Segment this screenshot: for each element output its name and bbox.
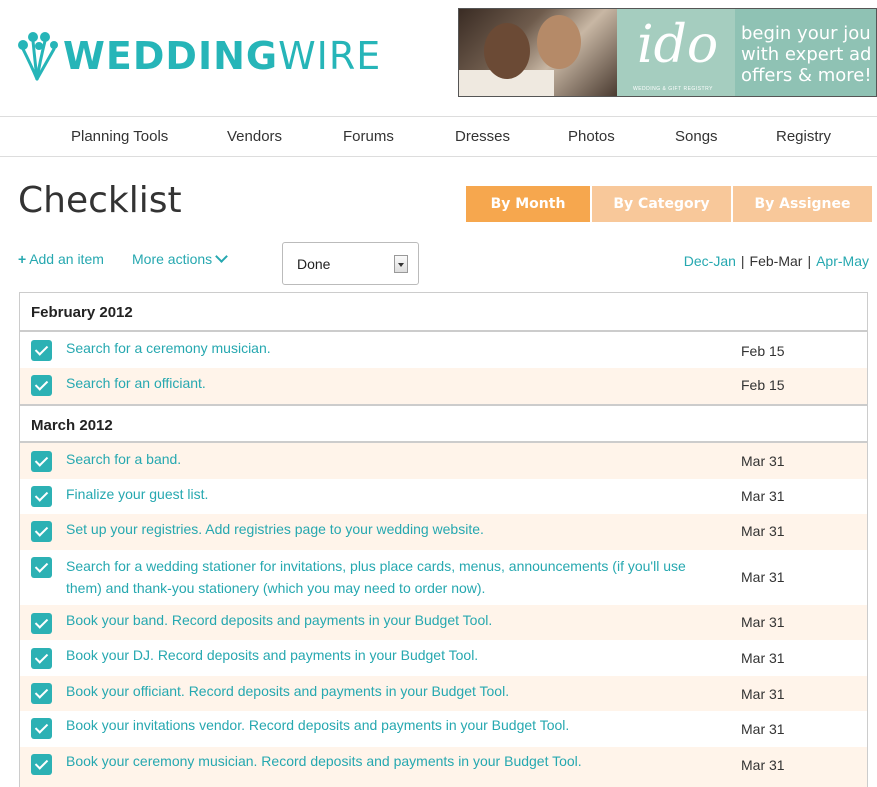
tab-by-month[interactable]: By Month <box>466 186 590 222</box>
ad-line-3: offers & more! <box>741 65 872 86</box>
task-row: Search for a ceremony musician. Feb 15 <box>20 332 867 368</box>
task-link[interactable]: Search for a band. <box>66 448 706 470</box>
task-link[interactable]: Search for a wedding stationer for invit… <box>66 555 706 599</box>
task-link[interactable]: Set up your registries. Add registries p… <box>66 518 706 540</box>
nav-songs[interactable]: Songs <box>675 128 718 145</box>
more-actions-label: More actions <box>132 251 213 267</box>
add-item-link[interactable]: + Add an item <box>18 251 104 267</box>
checkbox-checked[interactable] <box>31 718 52 739</box>
task-row: Book your band. Record deposits and paym… <box>20 605 867 640</box>
task-due-date: Mar 31 <box>741 757 785 773</box>
nav-vendors[interactable]: Vendors <box>227 128 282 145</box>
ad-copy: begin your jou with expert ad offers & m… <box>735 9 876 96</box>
range-current: Feb-Mar <box>749 253 803 269</box>
nav-photos[interactable]: Photos <box>568 128 615 145</box>
checkbox-checked[interactable] <box>31 451 52 472</box>
ido-logo-subtitle: WEDDING & GIFT REGISTRY <box>633 86 713 92</box>
checkbox-checked[interactable] <box>31 557 52 578</box>
tab-by-category[interactable]: By Category <box>592 186 731 222</box>
checkbox-checked[interactable] <box>31 683 52 704</box>
status-filter-value: Done <box>297 256 331 272</box>
checkbox-checked[interactable] <box>31 486 52 507</box>
couple-photo <box>459 9 617 96</box>
task-due-date: Mar 31 <box>741 523 785 539</box>
nav-planning-tools[interactable]: Planning Tools <box>71 128 168 145</box>
ido-logo-text: ido <box>637 15 719 75</box>
task-link[interactable]: Book your officiant. Record deposits and… <box>66 680 706 702</box>
task-link[interactable]: Book your invitations vendor. Record dep… <box>66 714 706 736</box>
weddingwire-logo[interactable]: WEDDINGWIRE <box>15 30 381 82</box>
add-item-label: Add an item <box>29 251 104 267</box>
task-due-date: Mar 31 <box>741 686 785 702</box>
range-prev-link[interactable]: Dec-Jan <box>684 253 736 269</box>
task-link[interactable]: Finalize your guest list. <box>66 483 706 505</box>
checkbox-checked[interactable] <box>31 613 52 634</box>
checkbox-checked[interactable] <box>31 340 52 361</box>
task-due-date: Mar 31 <box>741 721 785 737</box>
task-row: Book your ceremony musician. Record depo… <box>20 747 867 787</box>
checkbox-checked[interactable] <box>31 754 52 775</box>
task-row: Search for an officiant. Feb 15 <box>20 368 867 404</box>
task-link[interactable]: Search for a ceremony musician. <box>66 337 706 359</box>
checkbox-checked[interactable] <box>31 648 52 669</box>
ad-line-2: with expert ad <box>741 44 872 65</box>
month-header-feb: February 2012 <box>20 293 867 332</box>
task-link[interactable]: Book your band. Record deposits and paym… <box>66 609 706 631</box>
page-title: Checklist <box>18 180 182 221</box>
ad-line-1: begin your jou <box>741 23 871 44</box>
bouquet-icon <box>18 32 58 81</box>
month-range-nav: Dec-Jan | Feb-Mar | Apr-May <box>683 253 869 269</box>
nav-forums[interactable]: Forums <box>343 128 394 145</box>
task-due-date: Mar 31 <box>741 650 785 666</box>
ido-logo: ido WEDDING & GIFT REGISTRY <box>617 9 735 96</box>
task-row: Search for a band. Mar 31 <box>20 443 867 479</box>
logo-text-light: WIRE <box>278 34 382 78</box>
task-due-date: Mar 31 <box>741 488 785 504</box>
task-row: Search for a wedding stationer for invit… <box>20 550 867 605</box>
task-row: Book your officiant. Record deposits and… <box>20 676 867 711</box>
checklist: February 2012 Search for a ceremony musi… <box>19 292 868 787</box>
task-due-date: Mar 31 <box>741 614 785 630</box>
nav-dresses[interactable]: Dresses <box>455 128 510 145</box>
task-link[interactable]: Book your DJ. Record deposits and paymen… <box>66 644 706 666</box>
task-due-date: Mar 31 <box>741 453 785 469</box>
ido-ad-banner[interactable]: ido WEDDING & GIFT REGISTRY begin your j… <box>458 8 877 97</box>
chevron-down-icon <box>215 250 229 263</box>
task-due-date: Feb 15 <box>741 377 785 393</box>
select-arrow-icon <box>394 255 408 273</box>
main-nav: Planning Tools Vendors Forums Dresses Ph… <box>0 116 877 157</box>
task-row: Finalize your guest list. Mar 31 <box>20 479 867 514</box>
task-link[interactable]: Book your ceremony musician. Record depo… <box>66 750 706 772</box>
month-header-mar: March 2012 <box>20 404 867 443</box>
view-tabs: By Month By Category By Assignee <box>466 186 872 222</box>
task-row: Book your invitations vendor. Record dep… <box>20 711 867 747</box>
task-due-date: Mar 31 <box>741 569 785 585</box>
logo-text-bold: WEDDING <box>63 34 279 78</box>
task-row: Set up your registries. Add registries p… <box>20 514 867 550</box>
task-link[interactable]: Search for an officiant. <box>66 372 706 394</box>
task-due-date: Feb 15 <box>741 343 785 359</box>
checkbox-checked[interactable] <box>31 521 52 542</box>
tab-by-assignee[interactable]: By Assignee <box>733 186 872 222</box>
more-actions-dropdown[interactable]: More actions <box>132 250 229 267</box>
status-filter-select[interactable]: Done <box>282 242 419 285</box>
task-row: Book your DJ. Record deposits and paymen… <box>20 640 867 676</box>
checkbox-checked[interactable] <box>31 375 52 396</box>
plus-icon: + <box>18 251 27 267</box>
nav-registry[interactable]: Registry <box>776 128 831 145</box>
range-next-link[interactable]: Apr-May <box>816 253 869 269</box>
